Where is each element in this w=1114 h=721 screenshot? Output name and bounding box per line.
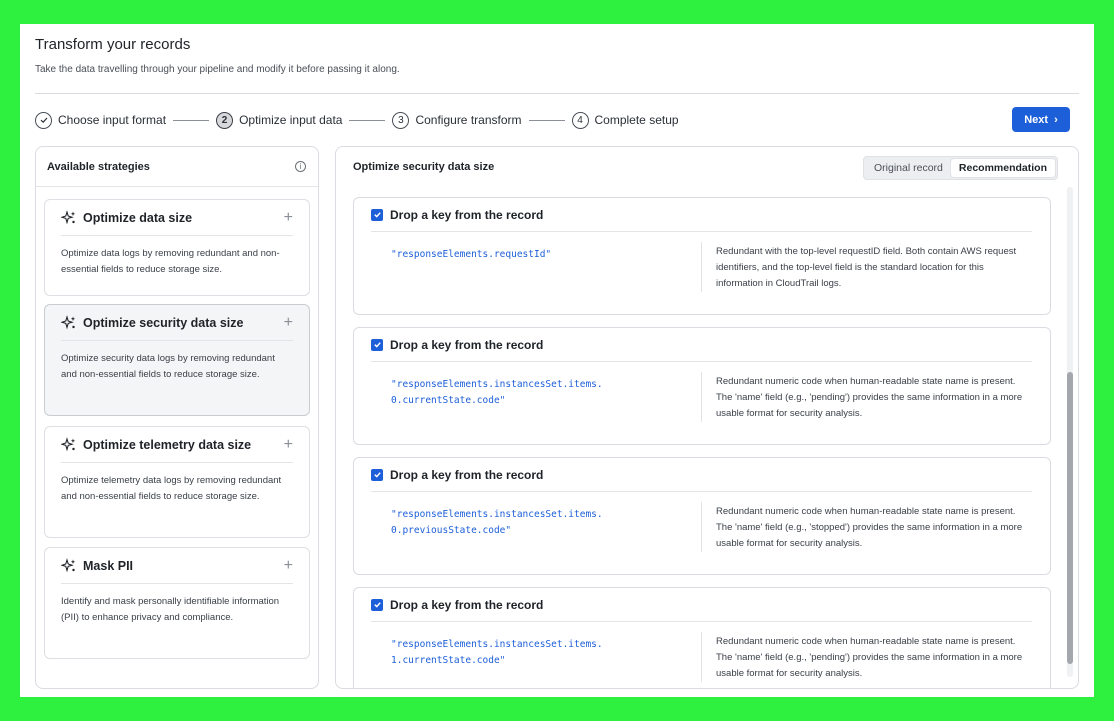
recommendation-action: Drop a key from the record [390,207,544,222]
step-connector [349,119,386,121]
page-subtitle: Take the data travelling through your pi… [35,64,400,75]
step-label: Complete setup [594,113,679,127]
checkbox[interactable] [371,208,383,221]
strategy-description: Identify and mask personally identifiabl… [61,596,280,623]
step-number: 4 [571,111,589,129]
header-divider [35,93,1079,94]
scrollbar-thumb[interactable] [1067,372,1073,664]
strategy-title: Optimize security data size [83,315,244,330]
check-icon [35,111,52,129]
column-divider [701,372,702,422]
checkbox[interactable] [371,338,383,351]
plus-icon[interactable]: + [284,314,293,332]
chevron-right-icon: › [1054,113,1058,126]
checkbox[interactable] [371,468,383,481]
recommendation-action: Drop a key from the record [390,597,544,612]
strategy-card-optimize-security-data-size[interactable]: Optimize security data size + Optimize s… [44,304,310,416]
recommendation-reason: Redundant numeric code when human-readab… [716,506,1023,549]
strategy-card-optimize-telemetry-data-size[interactable]: Optimize telemetry data size + Optimize … [44,426,310,538]
next-label: Next [1024,113,1049,126]
strategy-title: Mask PII [83,558,134,573]
recommendation-action: Drop a key from the record [390,337,544,352]
step-label: Choose input format [58,113,167,127]
step-configure-transform[interactable]: 3 Configure transform [392,111,522,129]
strategy-description: Optimize data logs by removing redundant… [61,248,280,275]
toggle-original-record[interactable]: Original record [866,159,951,177]
recommendation-card: Drop a key from the record "responseElem… [353,457,1051,575]
checkbox[interactable] [371,598,383,611]
recommendation-reason: Redundant with the top-level requestID f… [716,246,1017,289]
transform-records-page: Transform your records Take the data tra… [20,24,1094,697]
step-connector [528,119,565,121]
plus-icon[interactable]: + [284,436,293,454]
step-number: 2 [216,111,234,129]
recommendation-card: Drop a key from the record "responseElem… [353,197,1051,315]
strategy-description: Optimize security data logs by removing … [61,353,275,380]
column-divider [701,502,702,552]
step-choose-input-format[interactable]: Choose input format [35,111,167,129]
recommendation-action: Drop a key from the record [390,467,544,482]
recommendation-card: Drop a key from the record "responseElem… [353,327,1051,445]
step-optimize-input-data[interactable]: 2 Optimize input data [216,111,343,129]
sparkle-icon [61,436,76,451]
sparkle-icon [61,557,76,572]
step-label: Optimize input data [239,113,343,127]
strategy-card-optimize-data-size[interactable]: Optimize data size + Optimize data logs … [44,199,310,296]
plus-icon[interactable]: + [284,557,293,575]
strategy-title: Optimize data size [83,210,193,225]
strategies-header: Available strategies i [36,147,318,187]
record-key: "responseElements.requestId" [391,249,552,260]
step-number: 3 [392,111,410,129]
strategies-panel: Available strategies i Optimize data siz… [35,146,319,689]
recommendation-card: Drop a key from the record "responseElem… [353,587,1051,688]
setup-stepper: Choose input format 2 Optimize input dat… [35,110,679,130]
record-key: "responseElements.instancesSet.items.0.c… [391,379,603,406]
step-label: Configure transform [415,113,522,127]
step-connector [173,119,210,121]
strategy-title: Optimize telemetry data size [83,437,252,452]
recommendation-reason: Redundant numeric code when human-readab… [716,636,1023,679]
next-button[interactable]: Next › [1012,107,1070,132]
strategy-description: Optimize telemetry data logs by removing… [61,475,282,502]
view-toggle: Original record Recommendation [863,156,1058,180]
info-icon[interactable]: i [295,161,306,172]
recommendation-panel: Optimize security data size Original rec… [335,146,1079,689]
toggle-recommendation[interactable]: Recommendation [950,159,1055,177]
column-divider [701,242,702,292]
page-title: Transform your records [35,36,191,53]
sparkle-icon [61,314,76,329]
plus-icon[interactable]: + [284,209,293,227]
sparkle-icon [61,209,76,224]
strategy-card-mask-pii[interactable]: Mask PII + Identify and mask personally … [44,547,310,659]
record-key: "responseElements.instancesSet.items.0.p… [391,509,603,536]
strategies-title: Available strategies [47,160,150,173]
step-complete-setup[interactable]: 4 Complete setup [571,111,679,129]
recommendation-reason: Redundant numeric code when human-readab… [716,376,1023,419]
column-divider [701,632,702,682]
record-key: "responseElements.instancesSet.items.1.c… [391,639,603,666]
